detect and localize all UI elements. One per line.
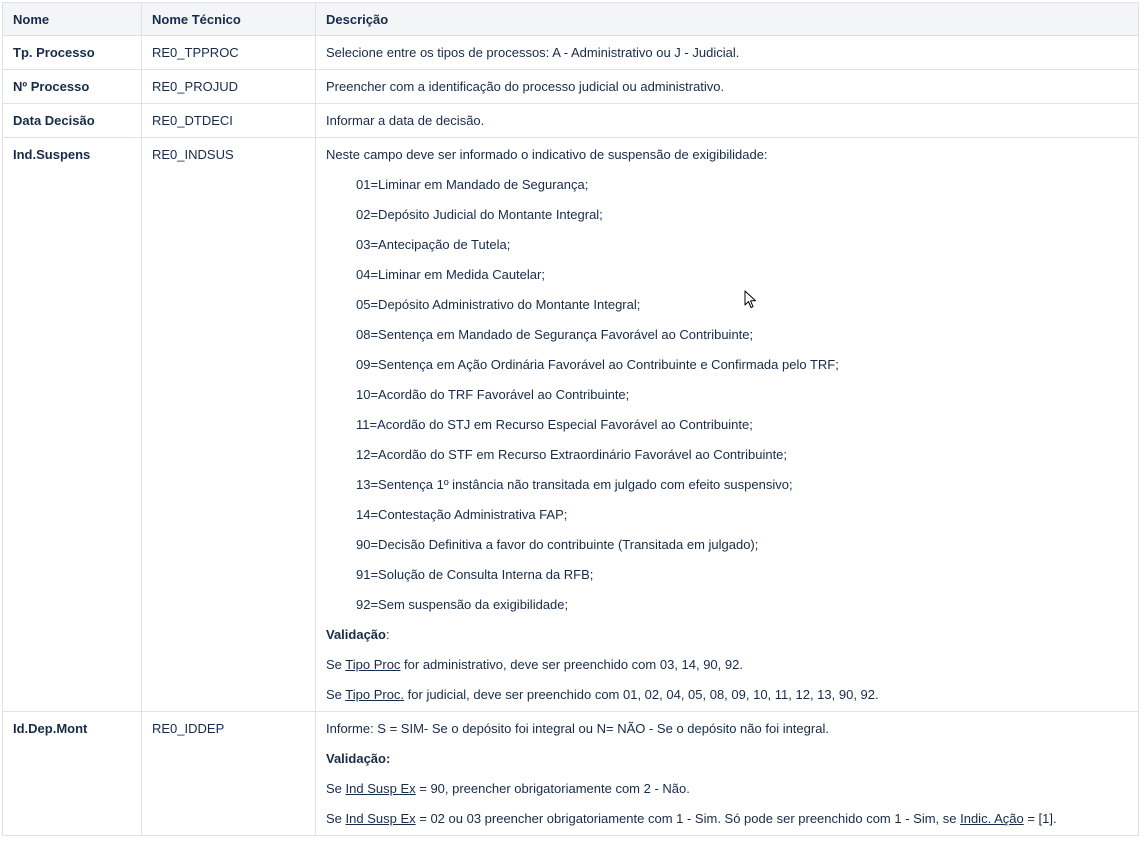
row-name: Nº Processo (2, 69, 142, 104)
mouse-pointer-icon (744, 290, 756, 308)
row-name: Ind.Suspens (2, 137, 142, 712)
row-tech-name: RE0_DTDECI (141, 103, 316, 138)
option-item: 09=Sentença em Ação Ordinária Favorável … (356, 357, 839, 372)
option-item: 14=Contestação Administrativa FAP; (356, 507, 568, 522)
table-row: Nº Processo RE0_PROJUD Preencher com a i… (2, 69, 1139, 104)
validation-rule: Se Ind Susp Ex = 90, preencher obrigator… (326, 774, 1128, 804)
row-tech-name: RE0_INDSUS (141, 137, 316, 712)
rule-text: Se (326, 811, 346, 826)
row-name: Id.Dep.Mont (2, 711, 142, 836)
row-description: Neste campo deve ser informado o indicat… (315, 137, 1139, 712)
option-item: 12=Acordão do STF em Recurso Extraordiná… (356, 447, 788, 462)
row-tech-name: RE0_PROJUD (141, 69, 316, 104)
rule-text: Se (326, 687, 346, 702)
table-row: Ind.Suspens RE0_INDSUS Neste campo deve … (2, 137, 1139, 712)
rule-text: Se (326, 781, 346, 796)
rule-text: for judicial, deve ser preenchido com 01… (404, 687, 879, 702)
rule-text: for administrativo, deve ser preenchido … (400, 657, 743, 672)
option-item: 90=Decisão Definitiva a favor do contrib… (356, 537, 759, 552)
rule-text: = [1]. (1023, 811, 1057, 826)
table-header-row: Nome Nome Técnico Descrição (2, 2, 1139, 36)
indic-acao-link[interactable]: Indic. Ação (960, 811, 1024, 826)
tipo-proc-link[interactable]: Tipo Proc (345, 657, 400, 672)
header-descricao: Descrição (315, 2, 1139, 36)
validation-rule: Se Tipo Proc for administrativo, deve se… (326, 650, 1128, 680)
row-description: Informe: S = SIM- Se o depósito foi inte… (315, 711, 1139, 836)
tipo-proc-link[interactable]: Tipo Proc. (345, 687, 404, 702)
row-description: Preencher com a identificação do process… (315, 69, 1139, 104)
option-item: 92=Sem suspensão da exigibilidade; (356, 597, 569, 612)
validation-rule: Se Tipo Proc. for judicial, deve ser pre… (326, 680, 1128, 710)
field-table: Nome Nome Técnico Descrição Tp. Processo… (2, 2, 1139, 836)
option-item: 04=Liminar em Medida Cautelar; (356, 267, 545, 282)
validation-colon: : (385, 627, 390, 642)
option-item: 13=Sentença 1º instância não transitada … (356, 477, 793, 492)
option-item: 08=Sentença em Mandado de Segurança Favo… (356, 327, 754, 342)
option-item: 11=Acordão do STJ em Recurso Especial Fa… (356, 417, 753, 432)
table-row: Tp. Processo RE0_TPPROC Selecione entre … (2, 35, 1139, 70)
description-intro: Informe: S = SIM- Se o depósito foi inte… (326, 721, 829, 736)
row-tech-name: RE0_IDDEP (141, 711, 316, 836)
header-nome: Nome (2, 2, 142, 36)
option-item: 05=Depósito Administrativo do Montante I… (356, 297, 641, 312)
option-item: 91=Solução de Consulta Interna da RFB; (356, 567, 594, 582)
description-intro: Neste campo deve ser informado o indicat… (326, 147, 768, 162)
rule-text: Se (326, 657, 346, 672)
validation-label: Validação (326, 627, 386, 642)
options-list: 01=Liminar em Mandado de Segurança; 02=De… (326, 170, 1128, 620)
validation-label: Validação: (326, 751, 391, 766)
option-item: 10=Acordão do TRF Favorável ao Contribui… (356, 387, 630, 402)
row-name: Data Decisão (2, 103, 142, 138)
header-nome-tecnico: Nome Técnico (141, 2, 316, 36)
validation-heading: Validação: (326, 620, 1128, 650)
row-description: Informar a data de decisão. (315, 103, 1139, 138)
table-row: Id.Dep.Mont RE0_IDDEP Informe: S = SIM- … (2, 711, 1139, 836)
rule-text: = 90, preencher obrigatoriamente com 2 -… (415, 781, 690, 796)
option-item: 02=Depósito Judicial do Montante Integra… (356, 207, 603, 222)
row-description: Selecione entre os tipos de processos: A… (315, 35, 1139, 70)
option-item: 01=Liminar em Mandado de Segurança; (356, 177, 589, 192)
ind-susp-ex-link[interactable]: Ind Susp Ex (346, 781, 416, 796)
ind-susp-ex-link[interactable]: Ind Susp Ex (346, 811, 416, 826)
table-row: Data Decisão RE0_DTDECI Informar a data … (2, 103, 1139, 138)
rule-text: = 02 ou 03 preencher obrigatoriamente co… (415, 811, 961, 826)
row-name: Tp. Processo (2, 35, 142, 70)
validation-rule: Se Ind Susp Ex = 02 ou 03 preencher obri… (326, 804, 1128, 834)
row-tech-name: RE0_TPPROC (141, 35, 316, 70)
option-item: 03=Antecipação de Tutela; (356, 237, 511, 252)
